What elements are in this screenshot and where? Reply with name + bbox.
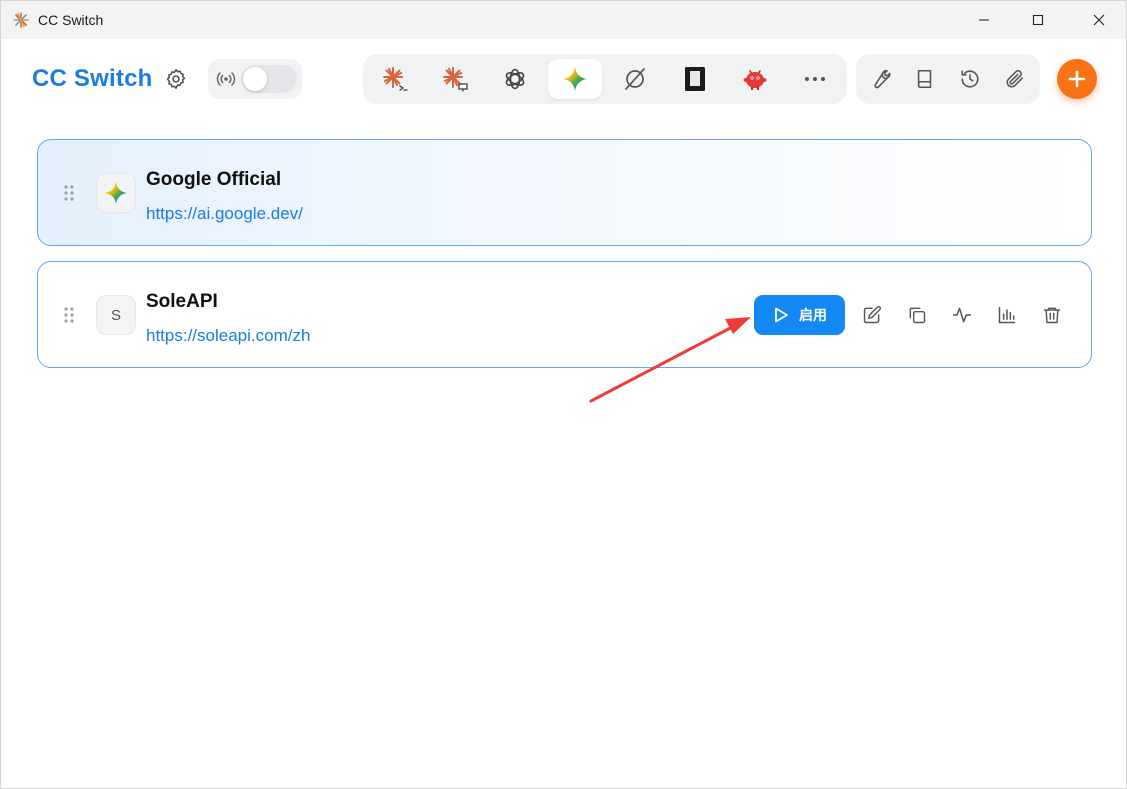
proxy-control [208, 59, 302, 99]
gemini-icon [563, 67, 587, 91]
tab-terminal-app[interactable] [668, 59, 722, 99]
tools-button[interactable] [868, 67, 892, 91]
history-button[interactable] [958, 67, 982, 91]
provider-logo: S [96, 295, 136, 335]
enable-button-label: 启用 [799, 307, 827, 323]
toggle-knob [243, 67, 267, 91]
trash-icon [1043, 307, 1061, 324]
duplicate-button[interactable] [905, 303, 929, 327]
paperclip-icon [1006, 70, 1024, 88]
drag-handle-icon[interactable] [63, 184, 75, 202]
broadcast-icon [216, 72, 236, 86]
claude-desktop-icon [443, 67, 468, 92]
delete-button[interactable] [1040, 303, 1064, 327]
gemini-icon [104, 181, 128, 205]
provider-logo-letter: S [110, 306, 121, 324]
tab-opencode[interactable] [608, 59, 662, 99]
drag-handle-icon[interactable] [63, 306, 75, 324]
provider-name: Google Official [146, 169, 282, 190]
close-button[interactable] [1076, 1, 1122, 39]
window-title: CC Switch [38, 12, 104, 28]
maximize-icon [1032, 14, 1044, 26]
test-latency-button[interactable] [950, 303, 974, 327]
add-provider-button[interactable] [1057, 59, 1097, 99]
bar-chart-icon [998, 306, 1016, 324]
attachment-button[interactable] [1003, 67, 1027, 91]
tab-red-bot[interactable] [728, 59, 782, 99]
claude-code-icon [383, 67, 408, 91]
close-icon [1093, 14, 1105, 26]
terminal-app-icon [685, 67, 705, 91]
edit-button[interactable] [860, 303, 884, 327]
provider-logo [96, 173, 136, 213]
minimize-button[interactable] [961, 1, 1007, 39]
tab-gemini[interactable] [548, 59, 602, 99]
maximize-button[interactable] [1015, 1, 1061, 39]
usage-stats-button[interactable] [995, 303, 1019, 327]
edit-icon [863, 306, 881, 324]
provider-name: SoleAPI [146, 291, 218, 312]
enable-button[interactable]: 启用 [754, 295, 845, 335]
opencode-icon [625, 68, 645, 90]
app-title: CC Switch [32, 65, 153, 92]
more-icon [805, 77, 825, 81]
plus-icon [1068, 70, 1086, 88]
docs-button[interactable] [913, 67, 937, 91]
annotation-arrow [589, 317, 751, 403]
openai-codex-icon [505, 68, 525, 90]
gear-icon [166, 69, 186, 89]
tab-openai-codex[interactable] [488, 59, 542, 99]
wrench-icon [874, 69, 891, 89]
minimize-icon [979, 19, 989, 21]
play-icon [775, 307, 788, 323]
app-window: CC Switch CC Switch Google Official http… [0, 0, 1127, 789]
tab-more[interactable] [788, 59, 842, 99]
tools-group [856, 54, 1040, 104]
app-tabs [363, 54, 847, 104]
activity-icon [952, 307, 972, 323]
provider-card-soleapi[interactable]: S SoleAPI https://soleapi.com/zh 启用 [37, 261, 1092, 368]
book-icon [917, 69, 932, 89]
red-bot-icon [743, 70, 767, 90]
copy-icon [909, 307, 926, 324]
provider-url-link[interactable]: https://soleapi.com/zh [146, 326, 310, 346]
settings-button[interactable] [164, 67, 188, 91]
tab-claude-desktop[interactable] [428, 59, 482, 99]
cc-switch-logo-icon [13, 12, 29, 28]
title-bar[interactable]: CC Switch [1, 1, 1126, 39]
tab-claude-code[interactable] [368, 59, 422, 99]
provider-url-link[interactable]: https://ai.google.dev/ [146, 204, 303, 224]
provider-card-google-official[interactable]: Google Official https://ai.google.dev/ [37, 139, 1092, 246]
proxy-toggle[interactable] [241, 65, 297, 93]
history-icon [961, 70, 979, 88]
